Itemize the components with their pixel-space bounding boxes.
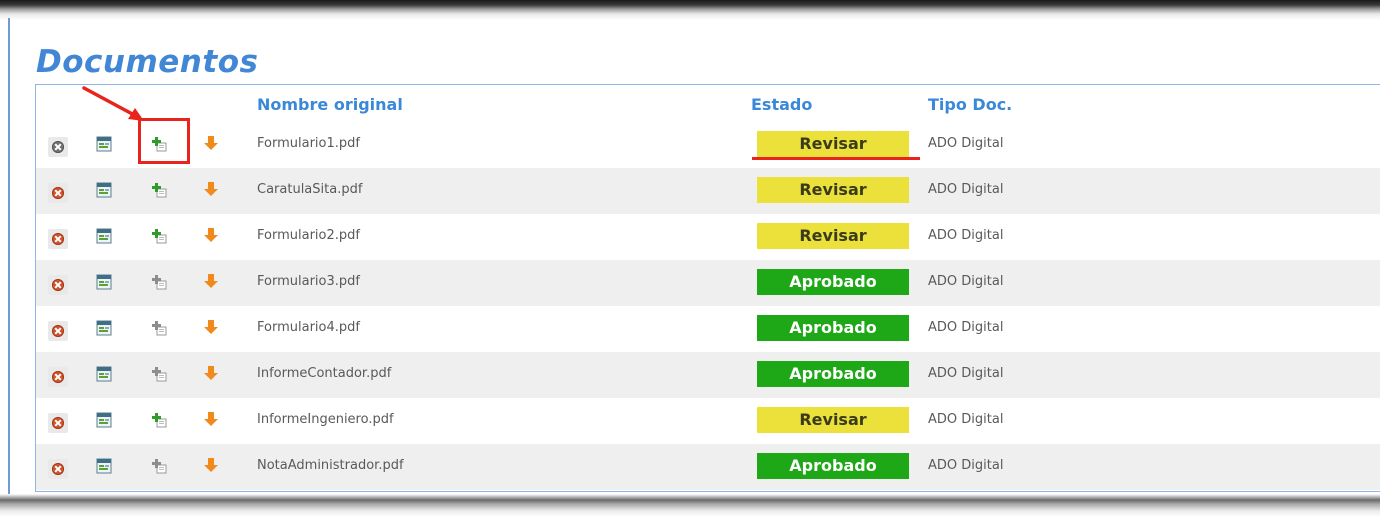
header-tipo-doc[interactable]: Tipo Doc. [928, 95, 1012, 114]
status-badge: Aprobado [757, 453, 909, 479]
add-copy-icon[interactable] [152, 274, 168, 290]
add-copy-icon[interactable] [152, 182, 168, 198]
header-estado[interactable]: Estado [751, 95, 812, 114]
doc-type: ADO Digital [928, 458, 1004, 473]
file-name[interactable]: Formulario2.pdf [257, 228, 360, 243]
download-arrow-icon[interactable] [204, 319, 218, 335]
window-view-icon[interactable] [96, 320, 112, 336]
download-arrow-icon[interactable] [204, 273, 218, 289]
file-name[interactable]: CaratulaSita.pdf [257, 182, 362, 197]
documents-table: Nombre original Estado Tipo Doc. Formula… [35, 84, 1380, 492]
download-arrow-icon[interactable] [204, 457, 218, 473]
download-arrow-icon[interactable] [204, 365, 218, 381]
delete-icon[interactable] [52, 417, 64, 429]
delete-icon[interactable] [52, 325, 64, 337]
doc-type: ADO Digital [928, 228, 1004, 243]
doc-type: ADO Digital [928, 412, 1004, 427]
window-view-icon[interactable] [96, 274, 112, 290]
doc-type: ADO Digital [928, 136, 1004, 151]
delete-icon[interactable] [52, 233, 64, 245]
annotation-underline [752, 157, 920, 160]
table-row: CaratulaSita.pdf Revisar ADO Digital [36, 168, 1380, 214]
file-name[interactable]: InformeContador.pdf [257, 366, 391, 381]
doc-type: ADO Digital [928, 274, 1004, 289]
delete-icon[interactable] [52, 463, 64, 475]
table-row: Formulario3.pdf Aprobado ADO Digital [36, 260, 1380, 306]
bottom-shadow-edge [0, 494, 1380, 517]
window-view-icon[interactable] [96, 182, 112, 198]
window-view-icon[interactable] [96, 366, 112, 382]
table-row: NotaAdministrador.pdf Aprobado ADO Digital [36, 444, 1380, 490]
window-view-icon[interactable] [96, 412, 112, 428]
table-row: InformeContador.pdf Aprobado ADO Digital [36, 352, 1380, 398]
status-badge: Revisar [757, 177, 909, 203]
status-badge: Aprobado [757, 361, 909, 387]
status-badge: Aprobado [757, 269, 909, 295]
file-name[interactable]: InformeIngeniero.pdf [257, 412, 394, 427]
table-header: Nombre original Estado Tipo Doc. [36, 85, 1380, 121]
top-shadow-edge [0, 0, 1380, 20]
window-view-icon[interactable] [96, 228, 112, 244]
file-name[interactable]: Formulario1.pdf [257, 136, 360, 151]
doc-type: ADO Digital [928, 320, 1004, 335]
file-name[interactable]: NotaAdministrador.pdf [257, 458, 404, 473]
add-copy-icon[interactable] [152, 412, 168, 428]
download-arrow-icon[interactable] [204, 135, 218, 151]
table-row: Formulario1.pdf Revisar ADO Digital [36, 122, 1380, 168]
add-copy-icon[interactable] [152, 366, 168, 382]
download-arrow-icon[interactable] [204, 227, 218, 243]
window-view-icon[interactable] [96, 458, 112, 474]
delete-icon[interactable] [52, 371, 64, 383]
window-view-icon[interactable] [96, 136, 112, 152]
status-badge: Revisar [757, 223, 909, 249]
delete-icon[interactable] [52, 141, 64, 153]
status-badge: Revisar [757, 131, 909, 157]
doc-type: ADO Digital [928, 182, 1004, 197]
status-badge: Revisar [757, 407, 909, 433]
file-name[interactable]: Formulario4.pdf [257, 320, 360, 335]
left-border [8, 18, 10, 494]
table-row: Formulario4.pdf Aprobado ADO Digital [36, 306, 1380, 352]
table-row: InformeIngeniero.pdf Revisar ADO Digital [36, 398, 1380, 444]
section-title: Documentos [36, 44, 259, 80]
file-name[interactable]: Formulario3.pdf [257, 274, 360, 289]
add-copy-icon[interactable] [152, 228, 168, 244]
doc-type: ADO Digital [928, 366, 1004, 381]
table-row: Formulario2.pdf Revisar ADO Digital [36, 214, 1380, 260]
status-badge: Aprobado [757, 315, 909, 341]
download-arrow-icon[interactable] [204, 181, 218, 197]
delete-icon[interactable] [52, 279, 64, 291]
add-copy-icon[interactable] [152, 320, 168, 336]
delete-icon[interactable] [52, 187, 64, 199]
add-copy-icon[interactable] [152, 458, 168, 474]
header-nombre-original[interactable]: Nombre original [257, 95, 403, 114]
annotation-arrow-icon [82, 86, 144, 121]
download-arrow-icon[interactable] [204, 411, 218, 427]
